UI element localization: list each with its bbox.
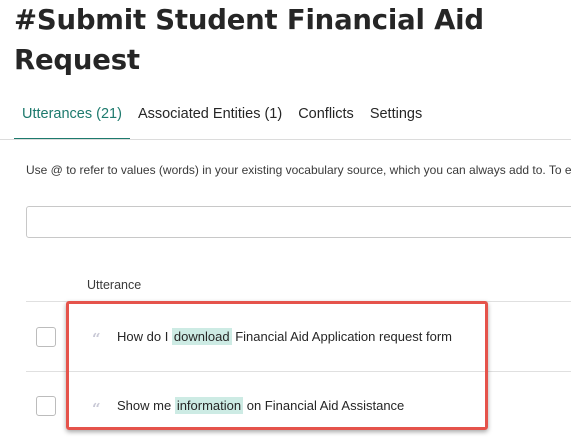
page-title: #Submit Student Financial Aid Request: [14, 4, 484, 76]
tab-utterances[interactable]: Utterances (21): [14, 98, 130, 140]
tab-divider: [0, 139, 571, 140]
tab-associated-entities[interactable]: Associated Entities (1): [130, 98, 290, 132]
row-checkbox[interactable]: [36, 327, 56, 347]
tab-bar: Utterances (21) Associated Entities (1) …: [14, 98, 430, 140]
row-checkbox[interactable]: [36, 396, 56, 416]
utterance-text-before: How do I: [117, 329, 172, 344]
utterance-text[interactable]: How do I download Financial Aid Applicat…: [117, 328, 452, 345]
utterance-text-after: Financial Aid Application request form: [231, 329, 452, 344]
table-row: “ Show me information on Financial Aid A…: [0, 372, 571, 439]
utterance-text-before: Show me: [117, 398, 175, 413]
intent-page: #Submit Student Financial Aid Request Ut…: [0, 0, 571, 439]
utterance-input[interactable]: [26, 206, 571, 238]
tab-conflicts[interactable]: Conflicts: [290, 98, 362, 132]
utterance-text[interactable]: Show me information on Financial Aid Ass…: [117, 397, 405, 414]
vocabulary-hint: Use @ to refer to values (words) in your…: [26, 163, 571, 177]
utterance-column-header: Utterance: [87, 278, 142, 292]
quote-icon: “: [92, 330, 101, 348]
table-row: “ How do I download Financial Aid Applic…: [0, 302, 571, 371]
utterance-text-after: on Financial Aid Assistance: [243, 398, 405, 413]
entity-highlight[interactable]: download: [171, 328, 232, 345]
quote-icon: “: [92, 400, 101, 418]
tab-settings[interactable]: Settings: [362, 98, 430, 132]
entity-highlight[interactable]: information: [174, 397, 244, 414]
